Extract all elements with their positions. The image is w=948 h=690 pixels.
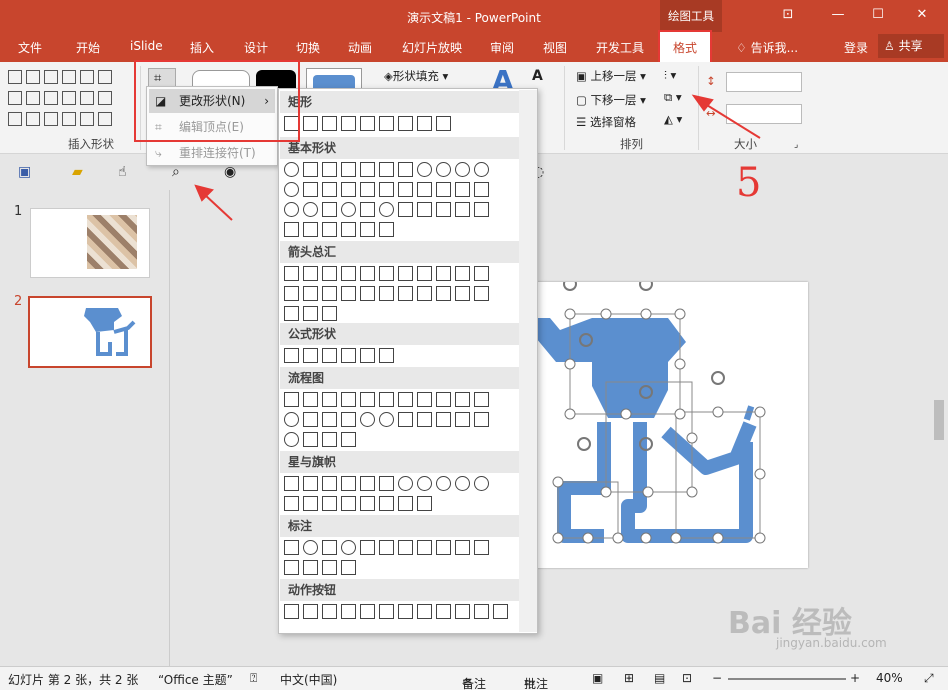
watermark-url: jingyan.baidu.com bbox=[776, 636, 887, 650]
zoom-in-icon[interactable]: + bbox=[850, 671, 860, 685]
slide-sorter-icon[interactable]: ⊞ bbox=[624, 671, 634, 685]
slide-info: 幻灯片 第 2 张，共 2 张 bbox=[8, 673, 139, 687]
zoom-out-icon[interactable]: − bbox=[712, 671, 722, 685]
slideshow-icon[interactable]: ⊡ bbox=[682, 671, 692, 685]
reading-view-icon[interactable]: ▤ bbox=[654, 671, 665, 685]
status-bar: 幻灯片 第 2 张，共 2 张 “Office 主题” ⍰ 中文(中国) ≡ 备… bbox=[0, 666, 948, 690]
theme-name: “Office 主题” bbox=[158, 673, 233, 687]
spellcheck-icon[interactable]: ⍰ bbox=[250, 671, 257, 686]
annotation-arrows bbox=[194, 94, 761, 221]
fit-slide-icon[interactable]: ⤢ bbox=[924, 671, 934, 686]
normal-view-icon[interactable]: ▣ bbox=[592, 671, 603, 685]
language-label[interactable]: 中文(中国) bbox=[280, 671, 337, 688]
zoom-slider[interactable] bbox=[728, 678, 846, 680]
zoom-level[interactable]: 40% bbox=[876, 671, 903, 685]
